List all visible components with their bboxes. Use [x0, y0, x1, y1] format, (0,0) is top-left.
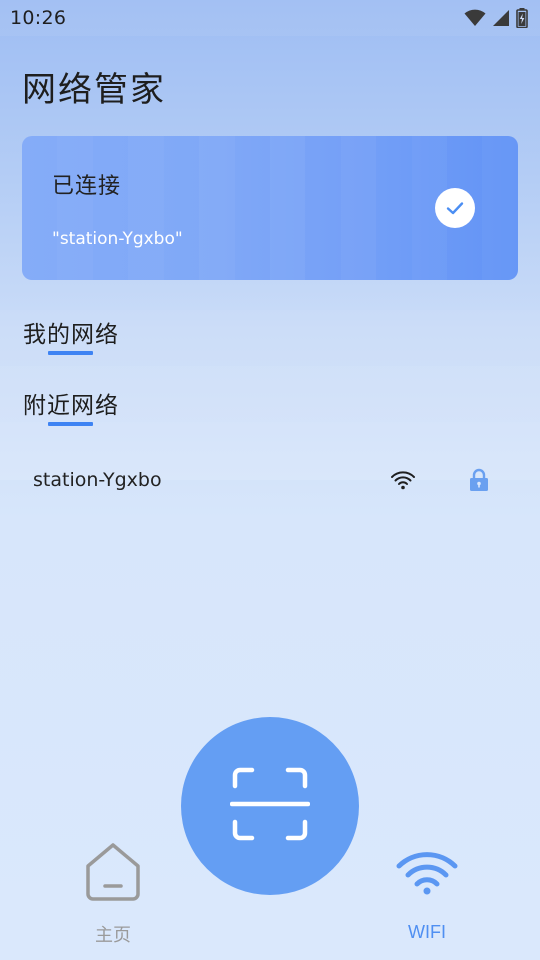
check-icon	[435, 188, 475, 228]
nearby-networks-underline	[48, 422, 93, 426]
wifi-signal-icon	[464, 9, 486, 27]
battery-icon	[516, 8, 528, 28]
my-networks-underline	[48, 351, 93, 355]
scan-icon	[229, 766, 311, 846]
connected-ssid: "station-Ygxbo"	[52, 229, 183, 249]
tab-wifi-label: WIFI	[408, 922, 446, 942]
wifi-signal-icon	[390, 469, 416, 495]
status-bar: 10:26	[0, 0, 540, 36]
home-icon	[84, 842, 142, 906]
scan-button[interactable]	[181, 717, 359, 895]
status-icons	[464, 8, 528, 28]
network-ssid: station-Ygxbo	[33, 469, 162, 491]
nearby-networks-heading: 附近网络	[23, 393, 119, 419]
cell-signal-icon	[492, 9, 510, 27]
lock-icon	[469, 468, 489, 496]
tab-home[interactable]: 主页	[70, 840, 156, 950]
page-title: 网络管家	[22, 70, 166, 110]
tab-home-label: 主页	[95, 925, 131, 946]
status-time: 10:26	[10, 7, 67, 29]
tab-wifi[interactable]: WIFI	[384, 840, 470, 950]
my-networks-heading: 我的网络	[23, 322, 119, 348]
connected-network-card[interactable]: 已连接 "station-Ygxbo"	[22, 136, 518, 280]
wifi-icon	[395, 848, 459, 900]
connection-status-label: 已连接	[52, 174, 122, 199]
list-item[interactable]: station-Ygxbo	[0, 456, 540, 506]
